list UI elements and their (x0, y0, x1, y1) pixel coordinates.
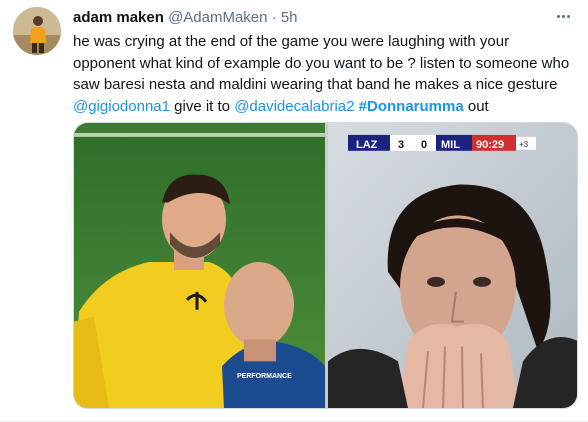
avatar[interactable] (13, 7, 61, 55)
tweet-text-part: out (463, 97, 489, 115)
mention-link[interactable]: @gigiodonna1 (73, 98, 170, 115)
more-horizontal-icon (556, 14, 570, 18)
media-photo-right[interactable]: LAZ 3 0 MIL 90:29 +3 (328, 123, 577, 408)
tweet-text-part: give it to (169, 97, 235, 115)
hashtag-link[interactable]: #Donnarumma (359, 98, 464, 115)
scoreboard-clock: 90:29 (476, 139, 504, 151)
scoreboard-away-team: MIL (441, 139, 460, 151)
tweet-card[interactable]: adam maken @AdamMaken · 5h he was crying… (0, 0, 588, 422)
scoreboard-added-time: +3 (519, 140, 529, 149)
shirt-sponsor: PERFORMANCE (237, 373, 292, 380)
tweet-header: adam maken @AdamMaken · 5h (73, 8, 548, 28)
avatar-icon (13, 7, 61, 55)
scoreboard-away-score: 0 (421, 139, 427, 151)
scoreboard: LAZ 3 0 MIL 90:29 +3 (348, 134, 536, 151)
tweet-timestamp[interactable]: 5h (281, 9, 298, 26)
mention-link[interactable]: @davidecalabria2 (234, 98, 354, 115)
tweet-text: he was crying at the end of the game you… (73, 31, 573, 117)
more-options-button[interactable] (550, 6, 576, 26)
scoreboard-home-team: LAZ (356, 139, 378, 151)
media-grid: PERFORMANCE LAZ 3 0 MIL 90:29 +3 (73, 122, 578, 409)
media-photo-left[interactable]: PERFORMANCE (74, 123, 325, 408)
author-name[interactable]: adam maken (73, 9, 164, 26)
tweet-text-part: he was crying at the end of the game you… (73, 33, 570, 93)
author-handle[interactable]: @AdamMaken (168, 9, 267, 26)
separator-dot: · (271, 9, 277, 26)
scoreboard-home-score: 3 (398, 139, 404, 151)
